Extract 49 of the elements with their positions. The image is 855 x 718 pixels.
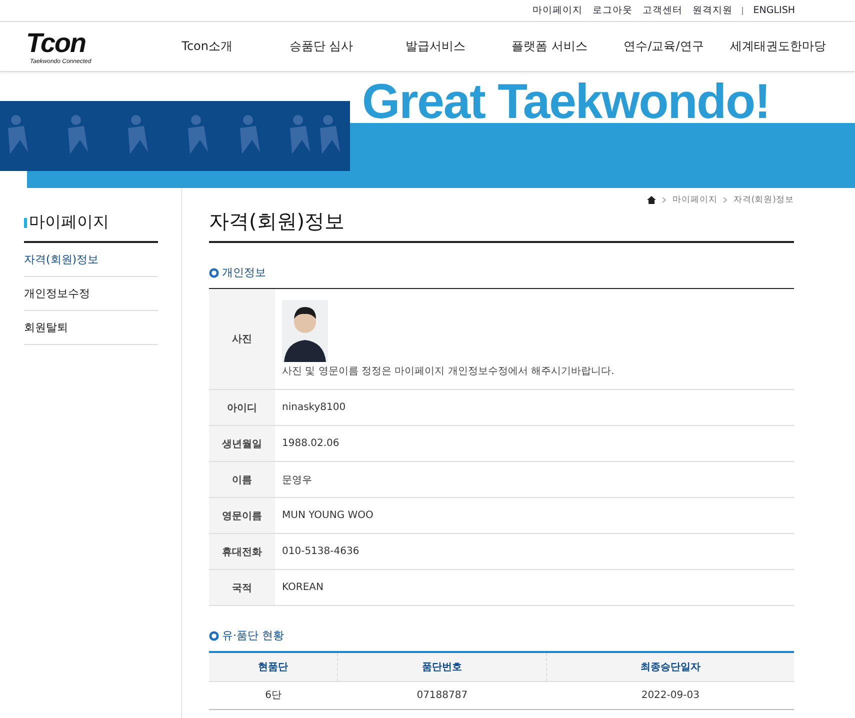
row-value: 010-5138-4636 bbox=[275, 534, 794, 570]
row-label: 국적 bbox=[209, 570, 275, 606]
row-value: 문영우 bbox=[275, 462, 794, 498]
breadcrumb-link[interactable]: 자격(회원)정보 bbox=[733, 194, 794, 206]
chevron-icon bbox=[723, 197, 728, 203]
row-value: ninasky8100 bbox=[275, 390, 794, 426]
chevron-icon bbox=[662, 197, 666, 203]
banner-headline: Great Taekwondo! bbox=[362, 74, 770, 130]
photo-note: 사진 및 영문이름 정정은 마이페이지 개인정보수정에서 해주시기바랍니다. bbox=[282, 365, 616, 378]
title-marker bbox=[24, 218, 27, 228]
nav-item[interactable]: 세계태권도한마당 bbox=[720, 38, 835, 55]
home-icon[interactable] bbox=[647, 196, 656, 204]
row-label: 사진 bbox=[209, 288, 275, 390]
utility-link[interactable]: 로그아웃 bbox=[592, 4, 632, 17]
nav-item[interactable]: Tcon소개 bbox=[150, 38, 264, 55]
table-cell: 6단 bbox=[209, 681, 338, 709]
utility-link[interactable]: ENGLISH bbox=[753, 5, 795, 16]
sidebar-item[interactable]: 개인정보수정 bbox=[24, 277, 158, 311]
nav-item[interactable]: 플랫폼 서비스 bbox=[492, 38, 607, 55]
column-header: 최종승단일자 bbox=[546, 652, 794, 681]
bullet-icon bbox=[209, 630, 219, 640]
utility-link[interactable]: 고객센터 bbox=[642, 4, 682, 17]
column-header: 현품단 bbox=[209, 652, 338, 681]
nav-item[interactable]: 승품단 심사 bbox=[264, 38, 378, 55]
breadcrumb-link[interactable]: 마이페이지 bbox=[672, 194, 718, 206]
separator bbox=[742, 6, 744, 14]
bullet-icon bbox=[209, 268, 219, 278]
row-value: MUN YOUNG WOO bbox=[275, 498, 794, 534]
row-label: 이름 bbox=[209, 462, 275, 498]
section-heading: 유·품단 현황 bbox=[222, 628, 284, 643]
row-value: KOREAN bbox=[275, 570, 794, 606]
column-header: 품단번호 bbox=[338, 652, 547, 681]
nav-item[interactable]: 발급서비스 bbox=[378, 38, 492, 55]
section-heading: 개인정보 bbox=[222, 265, 266, 280]
row-value: 1988.02.06 bbox=[275, 426, 794, 462]
row-label: 생년월일 bbox=[209, 426, 275, 462]
row-label: 아이디 bbox=[209, 390, 275, 426]
table-cell: 07188787 bbox=[338, 681, 547, 709]
utility-link[interactable]: 원격지원 bbox=[692, 4, 732, 17]
sidebar-item[interactable]: 회원탈퇴 bbox=[24, 311, 158, 345]
nav-item[interactable]: 연수/교육/연구 bbox=[606, 38, 721, 55]
sidebar-item[interactable]: 자격(회원)정보 bbox=[24, 243, 158, 277]
row-label: 휴대전화 bbox=[209, 534, 275, 570]
table-cell: 2022-09-03 bbox=[546, 681, 794, 709]
logo[interactable]: Tcon bbox=[26, 28, 150, 59]
utility-link[interactable]: 마이페이지 bbox=[532, 4, 582, 17]
row-label: 영문이름 bbox=[209, 498, 275, 534]
sidebar-title: 마이페이지 bbox=[29, 212, 109, 233]
page-title: 자격(회원)정보 bbox=[209, 206, 794, 243]
